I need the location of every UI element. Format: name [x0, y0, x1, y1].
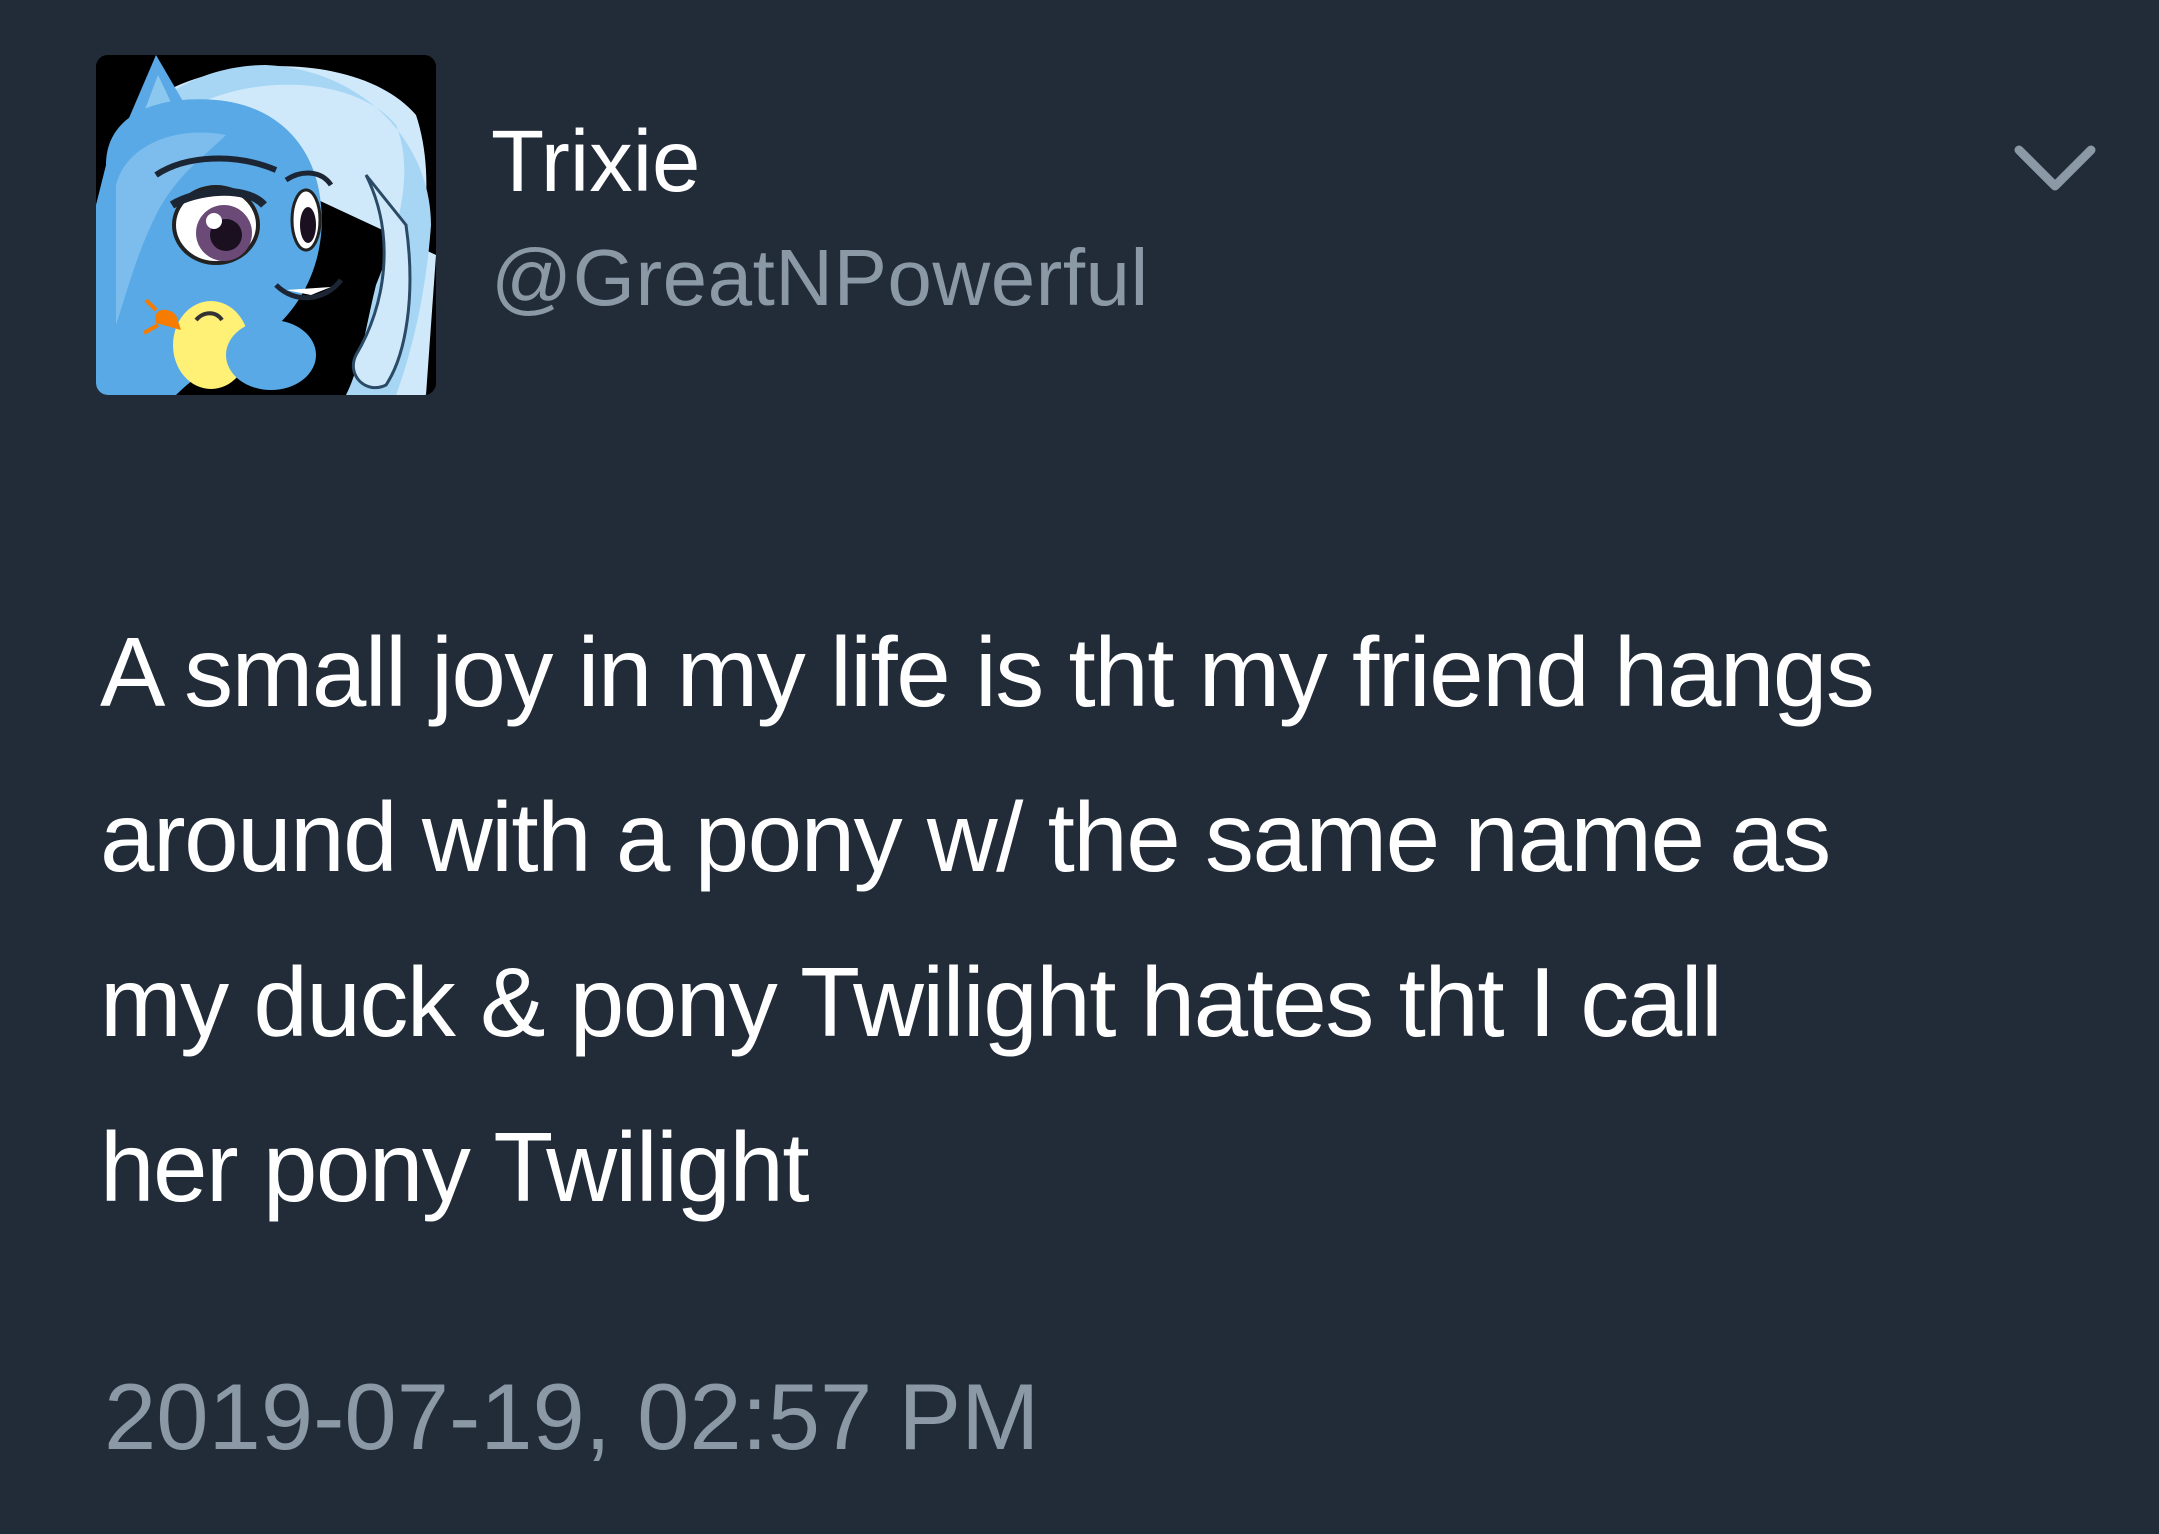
more-options-button[interactable] — [2005, 130, 2105, 210]
chevron-down-icon — [2014, 145, 2096, 191]
display-name[interactable]: Trixie — [491, 112, 700, 212]
tweet-text: A small joy in my life is tht my friend … — [100, 617, 1875, 1222]
pony-avatar-image — [96, 55, 436, 395]
tweet-timestamp[interactable]: 2019-07-19, 02:57 PM — [104, 1362, 1039, 1472]
user-handle[interactable]: @GreatNPowerful — [491, 232, 1149, 324]
avatar[interactable] — [96, 55, 436, 395]
tweet-card: Trixie @GreatNPowerful A small joy in my… — [0, 0, 2159, 1534]
